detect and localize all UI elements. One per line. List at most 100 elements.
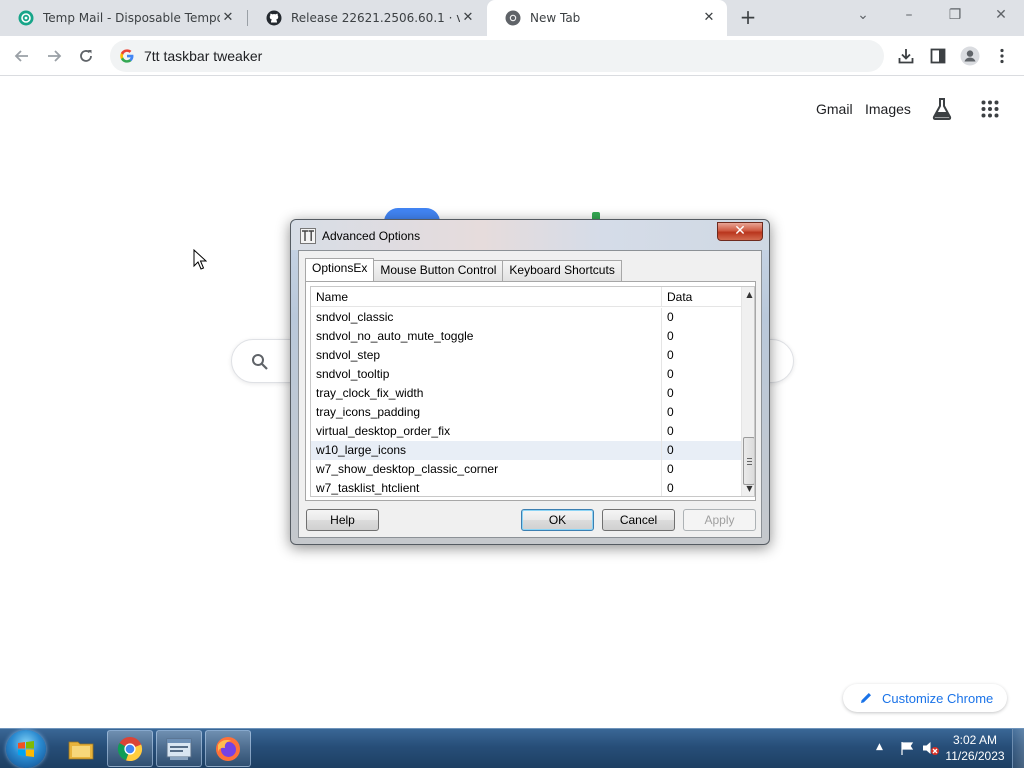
apply-button: Apply <box>683 509 756 531</box>
profile-avatar-icon <box>960 46 980 66</box>
scroll-thumb[interactable] <box>743 437 754 485</box>
column-divider <box>661 460 662 479</box>
tab-search-chevron-icon[interactable]: ⌄ <box>850 4 876 26</box>
tray-overflow-arrow-icon[interactable]: ▲ <box>876 742 883 752</box>
google-apps-icon[interactable] <box>981 100 999 118</box>
row-data: 0 <box>667 424 674 438</box>
vertical-scrollbar[interactable]: ▲ ▼ <box>741 287 754 496</box>
address-text: 7tt taskbar tweaker <box>144 48 263 64</box>
list-row[interactable]: sndvol_no_auto_mute_toggle 0 <box>311 327 741 346</box>
thumb-grip <box>747 461 752 462</box>
column-divider <box>661 384 662 403</box>
row-data: 0 <box>667 443 674 457</box>
tab-mouse-button-control[interactable]: Mouse Button Control <box>373 260 504 281</box>
taskbar: ▲ 3:02 AM 11/26/2023 <box>0 728 1024 768</box>
taskbar-tweaker-icon <box>300 228 316 244</box>
tab-close-icon[interactable]: ✕ <box>701 10 717 26</box>
row-name: tray_icons_padding <box>316 405 421 419</box>
reload-button[interactable] <box>74 44 98 68</box>
labs-flask-icon[interactable] <box>931 97 953 121</box>
taskbar-clock[interactable]: 3:02 AM 11/26/2023 <box>944 732 1006 764</box>
tab-new-tab[interactable]: New Tab ✕ <box>487 0 727 36</box>
thumb-grip <box>747 464 752 465</box>
tab-keyboard-shortcuts[interactable]: Keyboard Shortcuts <box>502 260 622 281</box>
list-row[interactable]: w7_show_desktop_classic_corner 0 <box>311 460 741 479</box>
list-row[interactable]: w7_tasklist_htclient 0 <box>311 479 741 496</box>
customize-chrome-button[interactable]: Customize Chrome <box>843 684 1007 712</box>
chrome-menu-button[interactable] <box>990 44 1014 68</box>
column-header-name[interactable]: Name <box>316 290 348 304</box>
list-row[interactable]: sndvol_step 0 <box>311 346 741 365</box>
action-center-flag-icon[interactable] <box>898 740 916 756</box>
downloads-button[interactable] <box>894 44 918 68</box>
list-row[interactable]: virtual_desktop_order_fix 0 <box>311 422 741 441</box>
screen: Temp Mail - Disposable Tempora ✕ Release… <box>0 0 1024 768</box>
tab-optionsex[interactable]: OptionsEx <box>305 258 375 281</box>
taskbar-chrome[interactable] <box>107 730 153 767</box>
taskbar-firefox[interactable] <box>205 730 251 767</box>
minimize-button[interactable]: – <box>896 4 922 26</box>
tab-panel: Name Data sndvol_classic 0 sndvol_no_auto… <box>305 281 756 501</box>
column-divider <box>661 403 662 422</box>
taskbar-taskbar-tweaker[interactable] <box>156 730 202 767</box>
dialog-titlebar[interactable]: Advanced Options ✕ <box>291 220 769 250</box>
help-button[interactable]: Help <box>306 509 379 531</box>
row-data: 0 <box>667 367 674 381</box>
list-row[interactable]: tray_clock_fix_width 0 <box>311 384 741 403</box>
column-divider <box>661 479 662 496</box>
list-row[interactable]: tray_icons_padding 0 <box>311 403 741 422</box>
forward-arrow-icon <box>48 50 62 62</box>
tab-github-release[interactable]: Release 22621.2506.60.1 · valine ✕ <box>248 0 486 36</box>
tab-close-icon[interactable]: ✕ <box>460 10 476 26</box>
list-row[interactable]: sndvol_tooltip 0 <box>311 365 741 384</box>
volume-muted-icon[interactable] <box>922 740 940 756</box>
tab-temp-mail[interactable]: Temp Mail - Disposable Tempora ✕ <box>0 0 246 36</box>
row-data: 0 <box>667 386 674 400</box>
list-header: Name Data <box>311 287 741 307</box>
tab-title: Temp Mail - Disposable Tempora <box>43 11 220 25</box>
row-name: w7_tasklist_htclient <box>316 481 420 495</box>
list-rows: sndvol_classic 0 sndvol_no_auto_mute_togg… <box>311 308 741 496</box>
side-panel-button[interactable] <box>926 44 950 68</box>
row-name: sndvol_step <box>316 348 381 362</box>
ok-button[interactable]: OK <box>521 509 594 531</box>
forward-button[interactable] <box>42 44 66 68</box>
clock-date: 11/26/2023 <box>945 749 1005 763</box>
options-list[interactable]: Name Data sndvol_classic 0 sndvol_no_auto… <box>310 286 755 497</box>
cancel-button[interactable]: Cancel <box>602 509 675 531</box>
start-button[interactable] <box>6 730 46 768</box>
profile-button[interactable] <box>958 44 982 68</box>
scroll-up-arrow-icon[interactable]: ▲ <box>742 287 754 302</box>
column-divider <box>661 327 662 346</box>
new-tab-button[interactable]: + <box>737 6 759 28</box>
show-desktop-button[interactable] <box>1012 729 1024 768</box>
images-link[interactable]: Images <box>865 101 911 117</box>
github-icon <box>266 10 282 26</box>
restore-button[interactable]: ❐ <box>942 4 968 26</box>
list-row[interactable]: sndvol_classic 0 <box>311 308 741 327</box>
dialog-close-button[interactable]: ✕ <box>717 222 763 241</box>
row-data: 0 <box>667 481 674 495</box>
gmail-link[interactable]: Gmail <box>816 101 853 117</box>
back-button[interactable] <box>10 44 34 68</box>
row-data: 0 <box>667 348 674 362</box>
column-divider <box>661 365 662 384</box>
window-close-button[interactable]: ✕ <box>988 4 1014 26</box>
clock-time: 3:02 AM <box>952 733 998 747</box>
windows-logo-icon <box>18 741 34 757</box>
row-data: 0 <box>667 462 674 476</box>
column-header-data[interactable]: Data <box>667 290 692 304</box>
tab-close-icon[interactable]: ✕ <box>220 10 236 26</box>
chrome-icon <box>117 736 143 761</box>
advanced-options-dialog: Advanced Options ✕ OptionsEx Mouse Butto… <box>290 219 770 545</box>
list-row-highlighted[interactable]: w10_large_icons 0 <box>311 441 741 460</box>
row-name: sndvol_tooltip <box>316 367 390 381</box>
tab-title: Release 22621.2506.60.1 · valine <box>291 11 460 25</box>
address-bar[interactable]: 7tt taskbar tweaker <box>110 40 884 72</box>
scroll-down-arrow-icon[interactable]: ▼ <box>742 481 754 496</box>
taskbar-explorer[interactable] <box>58 730 104 767</box>
column-divider <box>661 308 662 327</box>
row-name: virtual_desktop_order_fix <box>316 424 451 438</box>
column-divider <box>661 422 662 441</box>
row-name: sndvol_classic <box>316 310 394 324</box>
